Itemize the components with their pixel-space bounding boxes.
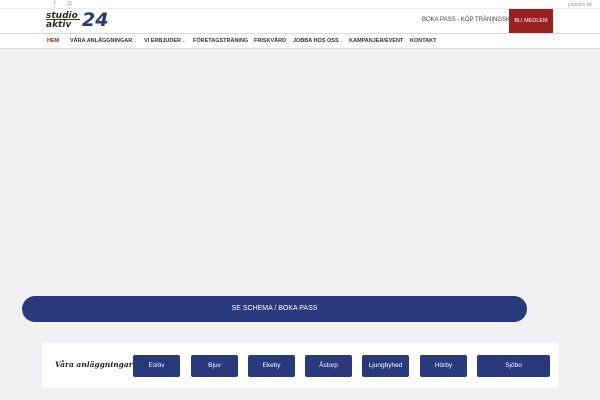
main-nav: HEM VÅRA ANLÄGGNINGAR⌄ VI ERBJUDER⌄ FÖRE… (0, 33, 600, 49)
nav-item-label: HEM (47, 38, 60, 44)
nav-item-foretagstraning[interactable]: FÖRETAGSTRÄNING (193, 34, 248, 48)
nav-item-friskvard[interactable]: FRISKVÅRD (254, 34, 286, 48)
nav-item-vara-anlaggningar[interactable]: VÅRA ANLÄGGNINGAR⌄ (70, 34, 137, 48)
hero-area (0, 49, 600, 299)
nav-item-label: FRISKVÅRD (254, 38, 287, 44)
instagram-icon[interactable]: ◘ (66, 1, 73, 8)
nav-item-jobba-hos-oss[interactable]: JOBBA HOS OSS⌄ (293, 34, 343, 48)
location-button-bjuv[interactable]: Bjuv (191, 355, 238, 377)
nav-item-label: FÖRETAGSTRÄNING (193, 38, 249, 44)
nav-item-label: KAMPANJER/EVENT (349, 38, 404, 44)
chevron-down-icon: ⌄ (181, 38, 186, 43)
bli-medlem-button[interactable]: BLI MEDLEM (509, 9, 553, 33)
nav-item-label: KONTAKT (410, 38, 437, 44)
se-schema-button[interactable]: SE SCHEMA / BOKA PASS (22, 296, 527, 322)
chevron-down-icon: ⌄ (339, 38, 343, 43)
logo-number: 24 (82, 9, 109, 31)
locations-bar: Våra anläggningar: Eslöv Bjuv Ekeby Åsto… (42, 343, 558, 388)
location-button-horby[interactable]: Hörby (420, 355, 467, 377)
nav-item-label: VÅRA ANLÄGGNINGAR (70, 38, 133, 44)
logo[interactable]: studio aktiv 24 (46, 9, 110, 32)
top-bar: f ◘ LOGGA IN (0, 0, 600, 9)
facebook-icon[interactable]: f (51, 1, 58, 8)
location-button-ekeby[interactable]: Ekeby (248, 355, 295, 377)
boka-pass-link[interactable]: BOKA PASS - KÖP TRÄNINGSKORT (422, 16, 523, 24)
nav-item-kampanjer-event[interactable]: KAMPANJER/EVENT (349, 34, 403, 48)
nav-item-kontakt[interactable]: KONTAKT (410, 34, 436, 48)
location-button-eslov[interactable]: Eslöv (133, 355, 180, 377)
login-link[interactable]: LOGGA IN (568, 1, 592, 8)
location-button-ljungbyhed[interactable]: Ljungbyhed (362, 355, 409, 377)
nav-item-label: VI ERBJUDER (144, 38, 181, 44)
logo-text-aktiv: aktiv (46, 20, 72, 30)
nav-item-vi-erbjuder[interactable]: VI ERBJUDER⌄ (144, 34, 185, 48)
nav-item-hem[interactable]: HEM (47, 34, 59, 48)
location-button-astorp[interactable]: Åstorp (305, 355, 352, 377)
nav-item-label: JOBBA HOS OSS (293, 38, 339, 44)
chevron-down-icon: ⌄ (133, 38, 137, 43)
location-button-sjobo[interactable]: Sjöbo (477, 355, 550, 377)
locations-title: Våra anläggningar: (55, 360, 136, 369)
